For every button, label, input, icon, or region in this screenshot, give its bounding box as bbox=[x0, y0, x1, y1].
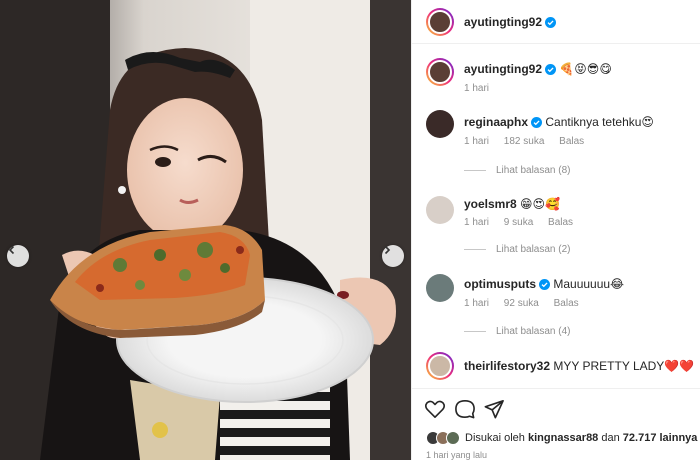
likes-summary[interactable]: Disukai oleh kingnassar88 dan 72.717 lai… bbox=[426, 431, 697, 445]
comment-meta: 1 hari 182 suka Balas bbox=[464, 136, 596, 147]
view-replies-button[interactable]: Lihat balasan (2) bbox=[464, 244, 571, 255]
caption-text: 🍕😝😎😋 bbox=[559, 62, 612, 76]
comment-line: optimusputs Mauuuuuu😂 bbox=[464, 277, 624, 291]
comment-line: reginaaphx Cantiknya tetehku😍 bbox=[464, 115, 654, 129]
likes-middle: dan bbox=[601, 432, 620, 444]
caption-time: 1 hari bbox=[464, 83, 490, 94]
comment-username[interactable]: reginaaphx bbox=[464, 115, 528, 129]
caption-line: ayutingting92 🍕😝😎😋 bbox=[464, 62, 612, 76]
view-replies-button[interactable]: Lihat balasan (8) bbox=[464, 165, 571, 176]
post-sidebar: ayutingting92 ayutingting92 🍕😝😎😋 1 hari … bbox=[411, 0, 700, 460]
comment-likes[interactable]: 182 suka bbox=[504, 136, 545, 147]
comment-icon[interactable] bbox=[455, 399, 475, 419]
comment-time: 1 hari bbox=[464, 136, 490, 147]
likes-count[interactable]: 72.717 lainnya bbox=[623, 432, 698, 444]
view-replies-label: Lihat balasan (8) bbox=[496, 165, 571, 176]
comment-time: 1 hari bbox=[464, 298, 490, 309]
verified-badge-icon bbox=[539, 279, 550, 290]
photo-illustration bbox=[0, 0, 411, 460]
view-replies-button[interactable]: Lihat balasan (4) bbox=[464, 326, 571, 337]
verified-badge-icon bbox=[545, 64, 557, 75]
comment-likes[interactable]: 9 suka bbox=[504, 217, 533, 228]
caption-username[interactable]: ayutingting92 bbox=[464, 62, 542, 76]
heart-icon[interactable] bbox=[424, 399, 446, 419]
liker-avatar bbox=[446, 431, 460, 445]
post-author-name: ayutingting92 bbox=[464, 15, 543, 29]
next-photo-button[interactable] bbox=[382, 245, 404, 267]
comment-meta: 1 hari 92 suka Balas bbox=[464, 298, 591, 309]
caption-avatar[interactable] bbox=[426, 58, 454, 86]
comment-text: MYY PRETTY LADY❤️❤️ bbox=[553, 359, 695, 373]
comment-avatar[interactable] bbox=[426, 110, 454, 138]
chevron-left-icon bbox=[8, 245, 15, 255]
chevron-right-icon bbox=[384, 245, 391, 255]
view-replies-label: Lihat balasan (2) bbox=[496, 244, 571, 255]
instagram-post: ayutingting92 ayutingting92 🍕😝😎😋 1 hari … bbox=[0, 0, 700, 460]
author-avatar[interactable] bbox=[426, 8, 454, 36]
comment-time: 1 hari bbox=[464, 217, 490, 228]
caption-meta: 1 hari bbox=[464, 83, 501, 94]
comment-text: Cantiknya tetehku😍 bbox=[545, 115, 654, 129]
post-time-ago: 1 hari yang lalu bbox=[426, 450, 488, 460]
reply-button[interactable]: Balas bbox=[554, 298, 579, 309]
reply-button[interactable]: Balas bbox=[559, 136, 584, 147]
comment-text: Mauuuuuu😂 bbox=[553, 277, 625, 291]
previous-photo-button[interactable] bbox=[7, 245, 29, 267]
comment-likes[interactable]: 92 suka bbox=[504, 298, 539, 309]
verified-badge-icon bbox=[531, 117, 543, 128]
view-replies-label: Lihat balasan (4) bbox=[496, 326, 571, 337]
reply-button[interactable]: Balas bbox=[548, 217, 573, 228]
comment-username[interactable]: optimusputs bbox=[464, 277, 536, 291]
comment-line: yoelsmr8 😁😍🥰 bbox=[464, 197, 560, 211]
post-header: ayutingting92 bbox=[412, 0, 700, 44]
verified-badge-icon bbox=[545, 17, 557, 28]
comment-avatar[interactable] bbox=[426, 196, 454, 224]
comment-username[interactable]: theirlifestory32 bbox=[464, 359, 550, 373]
post-author-link[interactable]: ayutingting92 bbox=[464, 15, 557, 29]
comment-text: 😁😍🥰 bbox=[520, 197, 561, 211]
comment-username[interactable]: yoelsmr8 bbox=[464, 197, 517, 211]
comment-meta: 1 hari 9 suka Balas bbox=[464, 217, 585, 228]
share-icon[interactable] bbox=[484, 399, 504, 419]
comment-avatar[interactable] bbox=[426, 274, 454, 302]
likes-prefix: Disukai oleh bbox=[465, 432, 525, 444]
comment-avatar[interactable] bbox=[426, 352, 454, 380]
comment-line: theirlifestory32 MYY PRETTY LADY❤️❤️ bbox=[464, 359, 694, 373]
post-photo[interactable] bbox=[0, 0, 411, 460]
likes-user[interactable]: kingnassar88 bbox=[528, 432, 598, 444]
